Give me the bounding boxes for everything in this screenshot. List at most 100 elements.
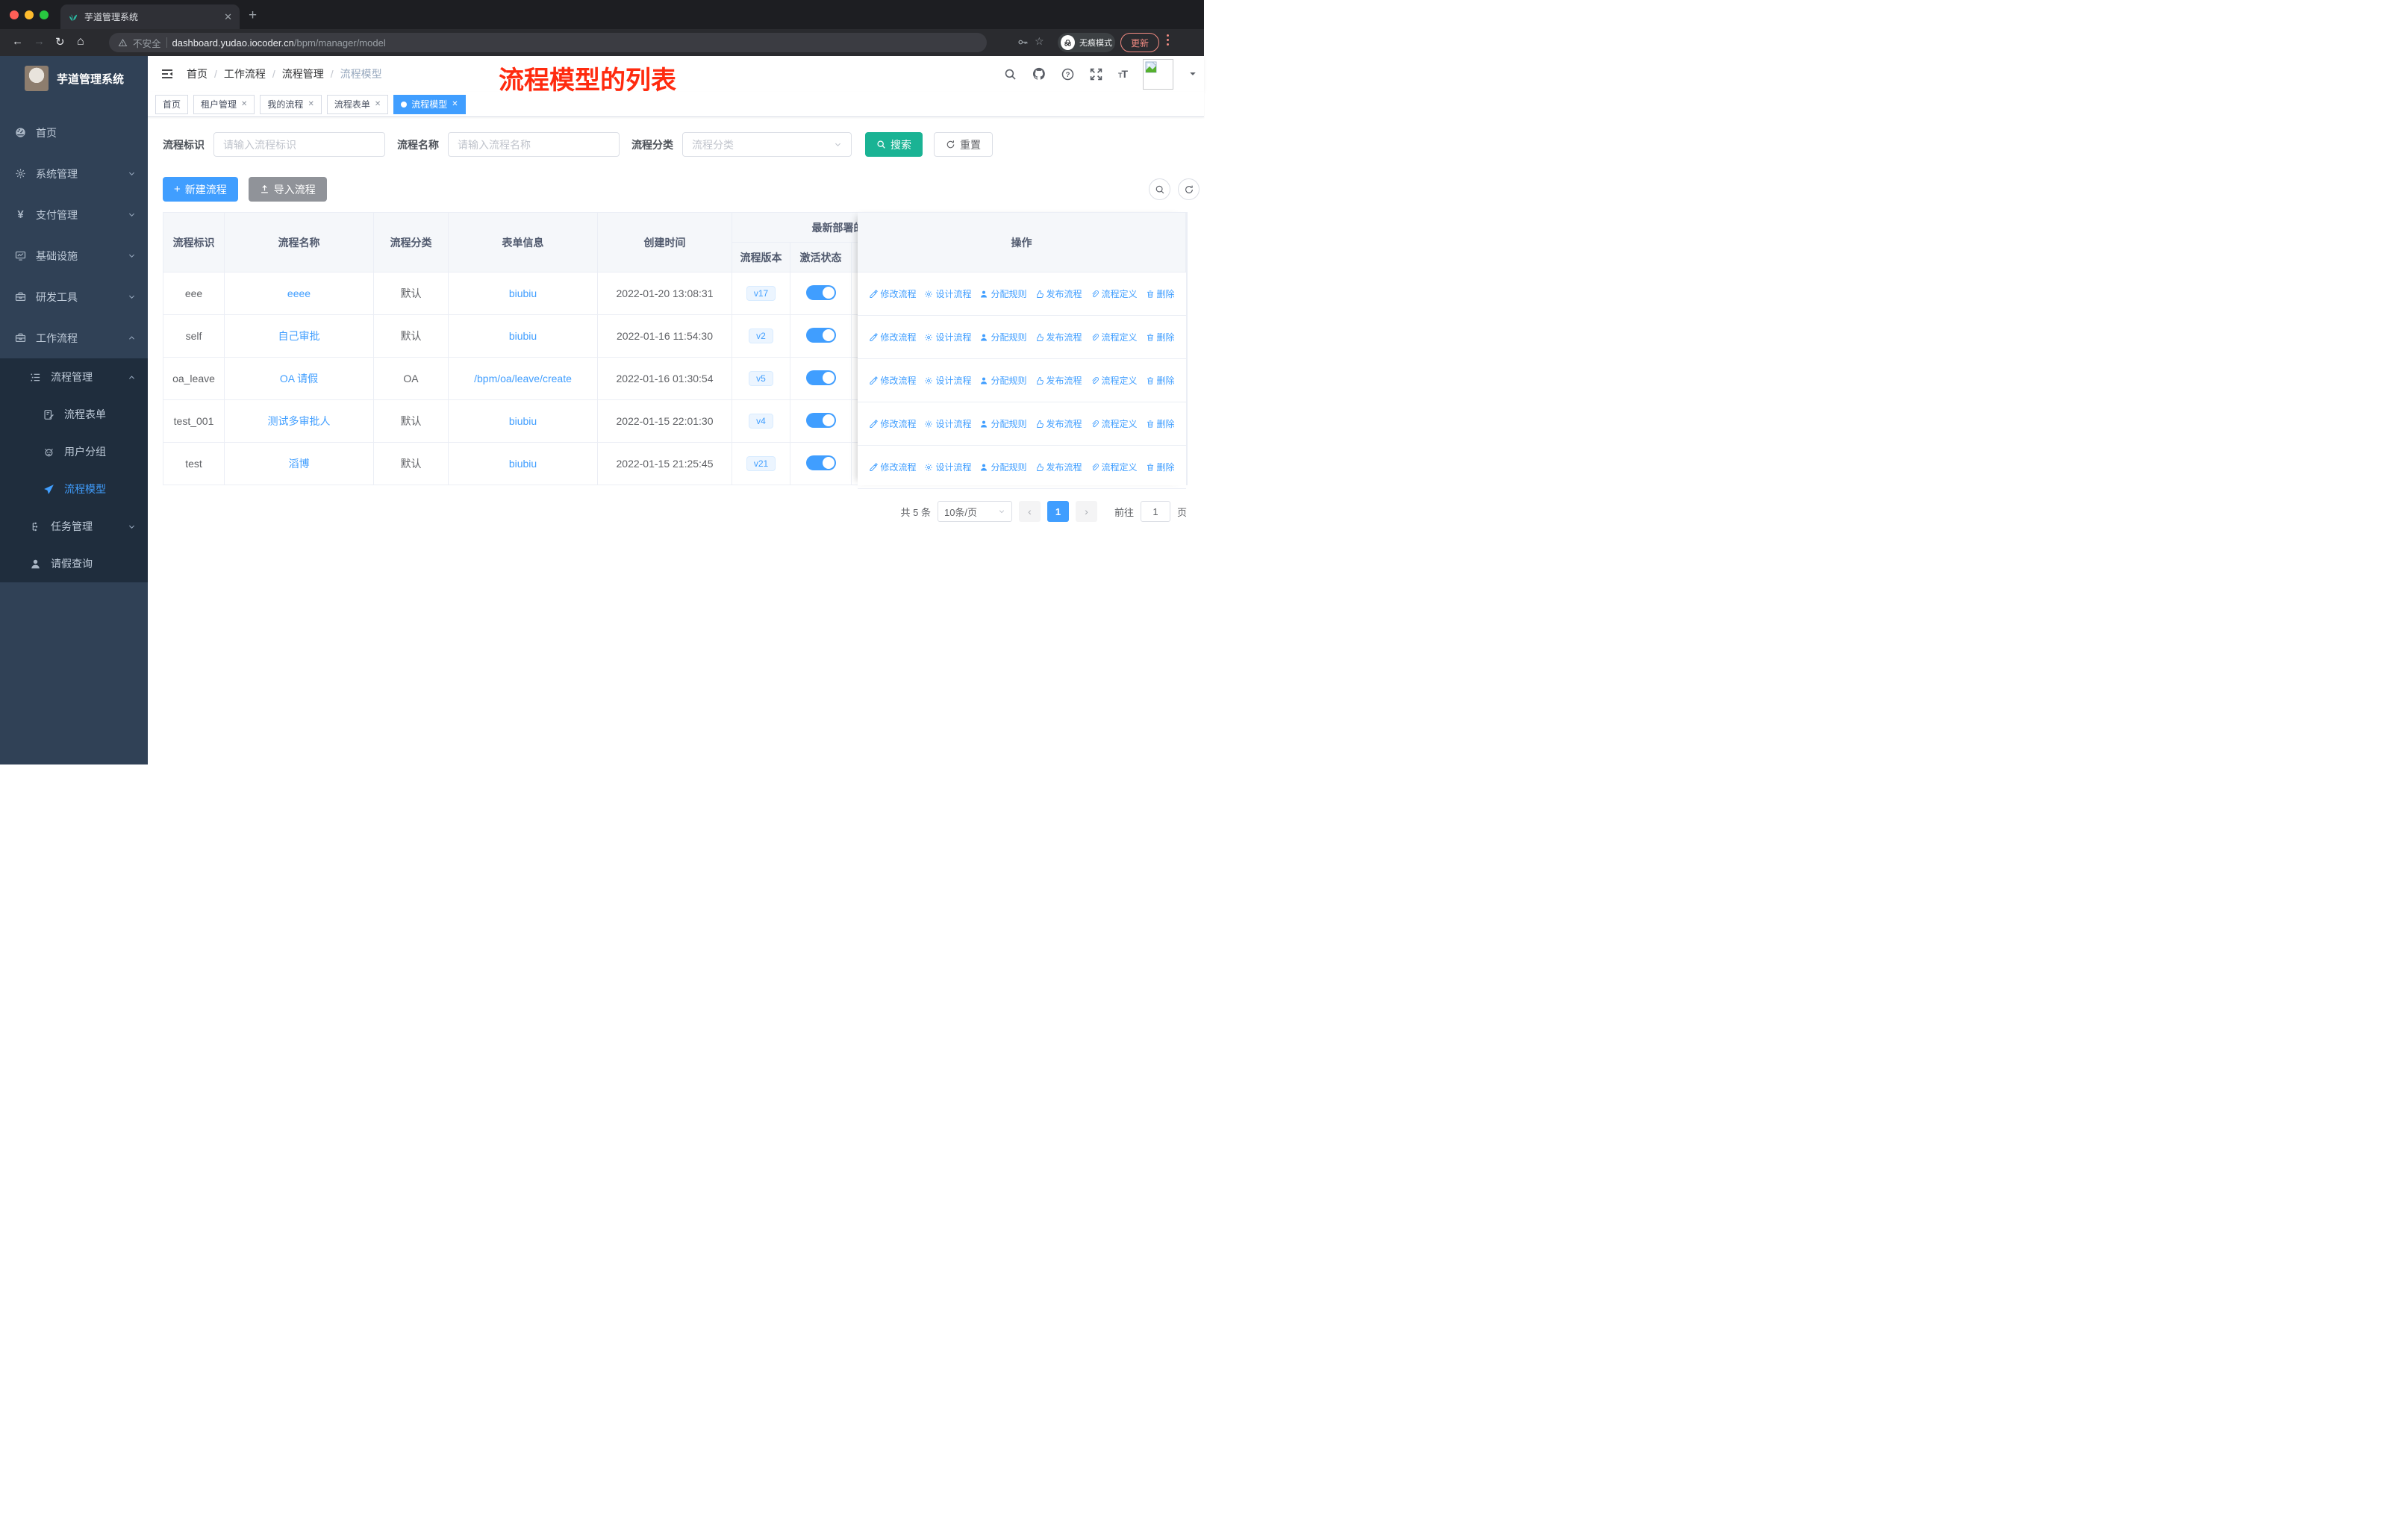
action-publish-hand[interactable]: 发布流程 xyxy=(1035,417,1082,430)
action-assign-user[interactable]: 分配规则 xyxy=(979,287,1027,300)
search-button[interactable]: 搜索 xyxy=(865,132,923,157)
active-toggle[interactable] xyxy=(805,370,836,385)
model-name-link[interactable]: eeee xyxy=(287,287,311,299)
create-process-button[interactable]: + 新建流程 xyxy=(163,177,238,202)
prev-page-button[interactable]: ‹ xyxy=(1018,501,1041,522)
sidebar-item-user-group[interactable]: 用户分组 xyxy=(0,433,148,470)
minimize-window-button[interactable] xyxy=(25,10,34,19)
browser-tab[interactable]: 芋道管理系统 ✕ xyxy=(60,4,240,29)
sidebar-item-task-mgmt[interactable]: 任务管理 xyxy=(0,508,148,545)
security-chip[interactable]: 不安全 xyxy=(133,36,161,50)
action-edit[interactable]: 修改流程 xyxy=(869,331,916,343)
action-edit[interactable]: 修改流程 xyxy=(869,287,916,300)
action-definition-clip[interactable]: 流程定义 xyxy=(1091,331,1138,343)
next-page-button[interactable]: › xyxy=(1075,501,1097,522)
breadcrumb-item[interactable]: 首页 xyxy=(187,66,208,81)
action-design-gear[interactable]: 设计流程 xyxy=(924,461,971,473)
zoom-window-button[interactable] xyxy=(40,10,49,19)
model-name-link[interactable]: 自己审批 xyxy=(278,330,320,342)
action-definition-clip[interactable]: 流程定义 xyxy=(1091,287,1138,300)
action-publish-hand[interactable]: 发布流程 xyxy=(1035,287,1082,300)
sidebar-item-process-mgmt[interactable]: 流程管理 xyxy=(0,358,148,396)
bookmark-star-icon[interactable]: ☆ xyxy=(1035,35,1044,48)
sidebar-item-infra[interactable]: 基础设施 xyxy=(0,235,148,276)
category-select[interactable]: 流程分类 xyxy=(682,132,852,157)
tag-process-form[interactable]: 流程表单 ✕ xyxy=(326,94,389,114)
action-definition-clip[interactable]: 流程定义 xyxy=(1091,417,1138,430)
reset-button[interactable]: 重置 xyxy=(934,132,993,157)
goto-page-input[interactable] xyxy=(1140,501,1170,522)
current-page-button[interactable]: 1 xyxy=(1047,501,1069,522)
action-trash[interactable]: 删除 xyxy=(1146,287,1175,300)
process-key-input[interactable] xyxy=(213,132,385,157)
reload-icon[interactable]: ↻ xyxy=(55,35,65,49)
form-info-link[interactable]: biubiu xyxy=(509,287,537,299)
action-edit[interactable]: 修改流程 xyxy=(869,461,916,473)
action-edit[interactable]: 修改流程 xyxy=(869,417,916,430)
breadcrumb-item[interactable]: 工作流程 xyxy=(224,66,266,81)
action-assign-user[interactable]: 分配规则 xyxy=(979,374,1027,387)
forward-icon[interactable]: → xyxy=(34,35,45,48)
active-toggle[interactable] xyxy=(805,412,836,428)
sidebar-item-payment[interactable]: ¥ 支付管理 xyxy=(0,194,148,235)
fullscreen-icon[interactable] xyxy=(1090,68,1102,81)
page-size-select[interactable]: 10条/页 xyxy=(937,501,1012,522)
action-publish-hand[interactable]: 发布流程 xyxy=(1035,331,1082,343)
form-info-link[interactable]: biubiu xyxy=(509,330,537,342)
new-tab-button[interactable]: + xyxy=(249,7,257,24)
action-design-gear[interactable]: 设计流程 xyxy=(924,374,971,387)
form-info-link[interactable]: biubiu xyxy=(509,458,537,470)
toggle-search-button[interactable] xyxy=(1149,178,1170,200)
window-controls[interactable] xyxy=(10,10,49,19)
sidebar-item-devtools[interactable]: 研发工具 xyxy=(0,276,148,317)
close-icon[interactable]: ✕ xyxy=(308,100,314,108)
sidebar-item-home[interactable]: 首页 xyxy=(0,112,148,153)
home-icon[interactable]: ⌂ xyxy=(77,35,84,49)
back-icon[interactable]: ← xyxy=(12,35,23,48)
breadcrumb-item[interactable]: 流程管理 xyxy=(282,66,324,81)
action-trash[interactable]: 删除 xyxy=(1146,331,1175,343)
action-design-gear[interactable]: 设计流程 xyxy=(924,331,971,343)
version-badge[interactable]: v4 xyxy=(749,414,773,429)
address-bar[interactable]: 不安全 dashboard.yudao.iocoder.cn/bpm/manag… xyxy=(109,33,987,52)
sidebar-item-leave-query[interactable]: 请假查询 xyxy=(0,545,148,582)
avatar[interactable] xyxy=(1143,58,1173,90)
action-trash[interactable]: 删除 xyxy=(1146,417,1175,430)
close-icon[interactable]: ✕ xyxy=(241,100,247,108)
action-publish-hand[interactable]: 发布流程 xyxy=(1035,461,1082,473)
sidebar-item-process-form[interactable]: 流程表单 xyxy=(0,396,148,433)
model-name-link[interactable]: 滔博 xyxy=(289,458,310,470)
key-icon[interactable] xyxy=(1017,37,1029,48)
active-toggle[interactable] xyxy=(805,284,836,300)
tag-home[interactable]: 首页 xyxy=(155,94,189,114)
import-process-button[interactable]: 导入流程 xyxy=(248,177,327,202)
version-badge[interactable]: v2 xyxy=(749,328,773,343)
action-definition-clip[interactable]: 流程定义 xyxy=(1091,461,1138,473)
tag-tenant[interactable]: 租户管理 ✕ xyxy=(193,94,255,114)
active-toggle[interactable] xyxy=(805,455,836,470)
tab-close-icon[interactable]: ✕ xyxy=(224,11,232,23)
chevron-down-icon[interactable] xyxy=(1189,70,1197,78)
sidebar-logo[interactable]: 芋道管理系统 xyxy=(0,56,148,101)
help-icon[interactable]: ? xyxy=(1061,68,1074,81)
action-trash[interactable]: 删除 xyxy=(1146,374,1175,387)
action-assign-user[interactable]: 分配规则 xyxy=(979,461,1027,473)
refresh-table-button[interactable] xyxy=(1178,178,1200,200)
sidebar-item-workflow[interactable]: 工作流程 xyxy=(0,317,148,358)
form-info-link[interactable]: /bpm/oa/leave/create xyxy=(474,373,572,384)
browser-update-button[interactable]: 更新 xyxy=(1120,33,1159,52)
sidebar-item-system[interactable]: 系统管理 xyxy=(0,153,148,194)
active-toggle[interactable] xyxy=(805,327,836,343)
close-icon[interactable]: ✕ xyxy=(452,100,458,108)
version-badge[interactable]: v17 xyxy=(746,286,776,301)
font-size-icon[interactable]: TT xyxy=(1118,68,1128,80)
browser-menu-icon[interactable] xyxy=(1167,34,1169,46)
model-name-link[interactable]: 测试多审批人 xyxy=(268,415,331,427)
process-name-input[interactable] xyxy=(448,132,620,157)
search-icon[interactable] xyxy=(1004,68,1017,81)
github-icon[interactable] xyxy=(1032,67,1046,81)
model-name-link[interactable]: OA 请假 xyxy=(280,373,318,384)
action-edit[interactable]: 修改流程 xyxy=(869,374,916,387)
action-design-gear[interactable]: 设计流程 xyxy=(924,417,971,430)
action-assign-user[interactable]: 分配规则 xyxy=(979,417,1027,430)
